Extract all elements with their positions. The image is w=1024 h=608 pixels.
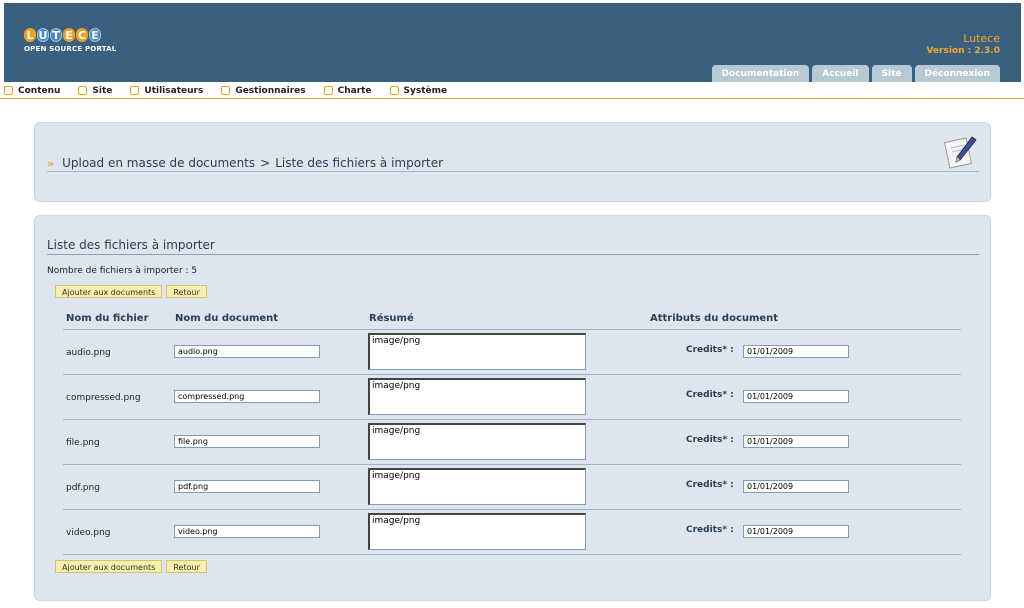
credits-label: Credits* :: [686, 480, 734, 490]
menu-item-label: Site: [92, 85, 113, 96]
breadcrumb-panel: » Upload en masse de documents > Liste d…: [34, 122, 991, 202]
menu-item-site[interactable]: Site: [78, 86, 112, 96]
header-tabs: Documentation Accueil Site Déconnexion: [711, 65, 1000, 82]
menu-item-utilisateurs[interactable]: Utilisateurs: [130, 86, 203, 96]
breadcrumb-separator: >: [260, 156, 271, 170]
credits-input[interactable]: 01/01/2009: [743, 525, 849, 538]
folder-icon: [323, 86, 333, 95]
table-row: pdf.png pdf.png image/png Credits* : 01/…: [63, 465, 961, 510]
site-name: Lutece: [963, 32, 1000, 45]
document-name-input[interactable]: video.png: [174, 525, 320, 538]
files-table: Nom du fichier Nom du document Résumé At…: [63, 312, 961, 555]
table-row: file.png file.png image/png Credits* : 0…: [63, 420, 961, 465]
credits-input[interactable]: 01/01/2009: [743, 390, 849, 403]
edit-pen-icon: [944, 136, 977, 169]
top-button-row: Ajouter aux documents Retour: [55, 285, 207, 298]
version-label: Version : 2.3.0: [926, 46, 1000, 56]
credits-label: Credits* :: [686, 435, 734, 445]
main-menu: Contenu Site Utilisateurs Gestionnaires …: [0, 83, 1024, 99]
header: L U T E C E OPEN SOURCE PORTAL Lutece Ve…: [4, 3, 1021, 82]
folder-icon: [4, 86, 13, 95]
lutece-logo[interactable]: L U T E C E OPEN SOURCE PORTAL: [24, 28, 116, 53]
back-button[interactable]: Retour: [166, 285, 207, 298]
table-header: Nom du fichier Nom du document Résumé At…: [63, 312, 961, 330]
table-row: compressed.png compressed.png image/png …: [63, 375, 961, 420]
credits-label: Credits* :: [686, 390, 734, 400]
menu-item-label: Système: [403, 85, 448, 96]
summary-textarea[interactable]: image/png: [368, 333, 586, 370]
file-name: audio.png: [66, 348, 111, 358]
column-header-document-name: Nom du document: [175, 313, 279, 324]
menu-item-label: Gestionnaires: [235, 85, 306, 96]
document-name-input[interactable]: audio.png: [174, 345, 320, 358]
menu-item-label: Contenu: [18, 85, 61, 96]
logo-letter: C: [76, 28, 88, 42]
menu-item-label: Charte: [337, 85, 372, 96]
file-list-panel: Liste des fichiers à importer Nombre de …: [34, 215, 991, 601]
summary-textarea[interactable]: image/png: [368, 423, 586, 460]
breadcrumb: » Upload en masse de documents > Liste d…: [47, 155, 979, 172]
menu-item-label: Utilisateurs: [144, 85, 204, 96]
tab-accueil[interactable]: Accueil: [812, 65, 869, 82]
logo-letter: E: [63, 28, 75, 42]
logo-letter: E: [89, 28, 101, 42]
file-name: pdf.png: [66, 483, 100, 493]
summary-textarea[interactable]: image/png: [368, 513, 586, 550]
menu-item-systeme[interactable]: Système: [389, 85, 448, 96]
credits-input[interactable]: 01/01/2009: [743, 480, 849, 493]
folder-icon: [389, 86, 399, 95]
folder-icon: [221, 86, 231, 95]
add-to-documents-button[interactable]: Ajouter aux documents: [55, 285, 163, 298]
logo-letter: L: [24, 28, 36, 42]
tab-site[interactable]: Site: [871, 65, 912, 82]
column-header-filename: Nom du fichier: [66, 313, 149, 324]
menu-item-gestionnaires[interactable]: Gestionnaires: [221, 85, 306, 96]
breadcrumb-current: Liste des fichiers à importer: [275, 156, 444, 170]
summary-textarea[interactable]: image/png: [368, 468, 586, 505]
credits-input[interactable]: 01/01/2009: [743, 345, 849, 358]
credits-label: Credits* :: [686, 525, 734, 535]
file-name: file.png: [66, 438, 100, 448]
credits-label: Credits* :: [686, 345, 734, 355]
file-name: video.png: [66, 528, 111, 538]
breadcrumb-arrow-icon: »: [47, 156, 55, 170]
back-button[interactable]: Retour: [166, 560, 207, 573]
tab-documentation[interactable]: Documentation: [711, 65, 810, 82]
file-name: compressed.png: [66, 393, 141, 403]
folder-icon: [78, 86, 88, 95]
bottom-button-row: Ajouter aux documents Retour: [55, 560, 207, 573]
credits-input[interactable]: 01/01/2009: [743, 435, 849, 448]
table-row: video.png video.png image/png Credits* :…: [63, 510, 961, 555]
table-row: audio.png audio.png image/png Credits* :…: [63, 330, 961, 375]
document-name-input[interactable]: compressed.png: [174, 390, 320, 403]
logo-subtitle: OPEN SOURCE PORTAL: [24, 45, 117, 53]
folder-icon: [130, 86, 140, 95]
column-header-attributes: Attributs du document: [650, 313, 779, 324]
breadcrumb-link-upload[interactable]: Upload en masse de documents: [62, 156, 255, 170]
document-name-input[interactable]: file.png: [174, 435, 320, 448]
column-header-summary: Résumé: [369, 313, 414, 324]
menu-item-charte[interactable]: Charte: [323, 85, 372, 96]
file-count: Nombre de fichiers à importer : 5: [47, 266, 198, 276]
document-name-input[interactable]: pdf.png: [174, 480, 320, 493]
section-title: Liste des fichiers à importer: [47, 238, 979, 255]
menu-item-contenu[interactable]: Contenu: [4, 86, 60, 96]
logo-letter: T: [50, 28, 62, 42]
tab-deconnexion[interactable]: Déconnexion: [914, 65, 1000, 82]
logo-letter: U: [37, 28, 49, 42]
logo-letters: L U T E C E: [24, 28, 116, 42]
summary-textarea[interactable]: image/png: [368, 378, 586, 415]
add-to-documents-button[interactable]: Ajouter aux documents: [55, 560, 163, 573]
